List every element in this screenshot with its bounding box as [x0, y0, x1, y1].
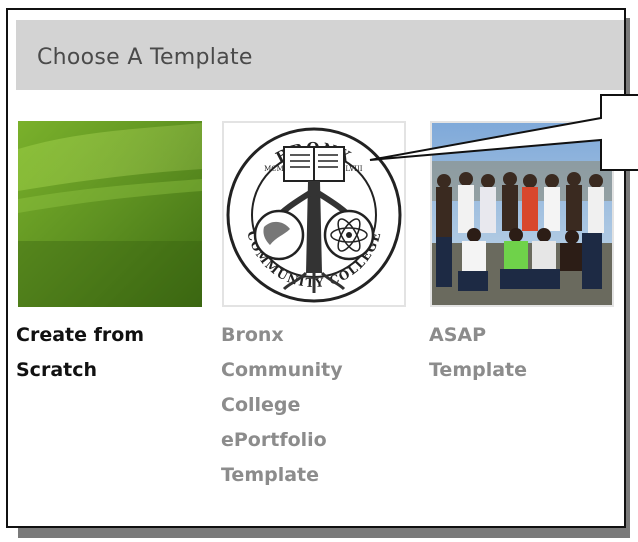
dialog-title: Choose A Template — [37, 45, 253, 70]
dialog-header: Choose A Template — [16, 20, 624, 90]
template-thumbnail-bronx[interactable]: BRONX COMMUNITY COLLEGE MCM LVIII — [222, 121, 406, 307]
template-label-asap[interactable]: ASAP Template — [429, 318, 579, 388]
bronx-community-college-seal: BRONX COMMUNITY COLLEGE MCM LVIII — [226, 127, 402, 303]
template-label-scratch[interactable]: Create from Scratch — [16, 318, 166, 388]
template-label-bronx[interactable]: Bronx Community College ePortfolio Templ… — [221, 318, 371, 493]
template-thumbnail-scratch[interactable] — [18, 121, 202, 307]
svg-text:LVIII: LVIII — [345, 165, 362, 173]
template-thumbnail-asap[interactable] — [430, 121, 614, 307]
green-gradient-thumbnail — [18, 121, 202, 307]
asap-group-photo — [432, 123, 612, 305]
svg-text:MCM: MCM — [264, 165, 284, 173]
template-chooser-dialog: Choose A Template X COMMUNITY COLLEGE MC… — [6, 8, 626, 528]
